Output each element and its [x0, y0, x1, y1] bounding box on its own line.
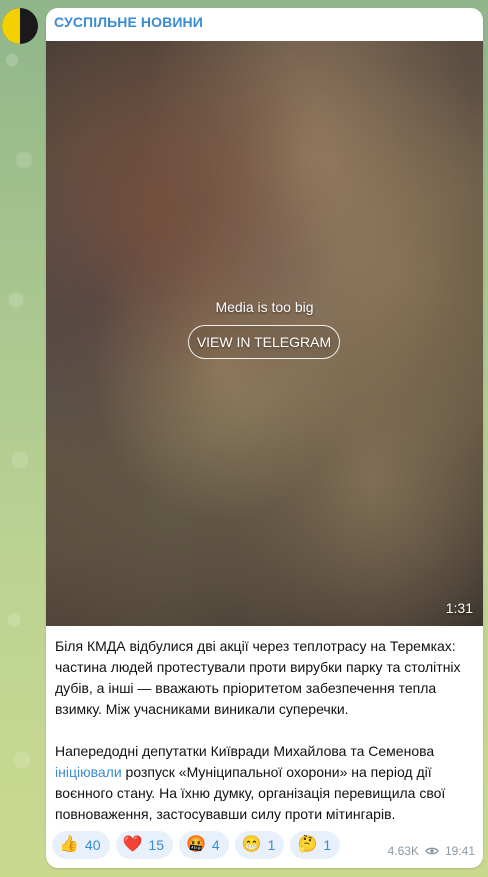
message-time: 19:41 — [444, 844, 475, 858]
view-count: 4.63K — [387, 844, 419, 858]
reaction-angry[interactable]: 🤬 4 — [179, 831, 229, 859]
channel-avatar[interactable] — [2, 8, 38, 44]
reaction-count: 1 — [323, 837, 332, 853]
reaction-count: 4 — [211, 837, 220, 853]
message-bubble: СУСПІЛЬНЕ НОВИНИ Media is too big VIEW I… — [46, 8, 483, 868]
reaction-heart[interactable]: ❤️ 15 — [115, 831, 173, 859]
reactions-bar: 👍 40 ❤️ 15 🤬 4 😁 1 🤔 1 — [52, 831, 341, 859]
reaction-count: 1 — [267, 837, 276, 853]
initiated-link[interactable]: ініціювали — [55, 764, 122, 780]
heart-icon: ❤️ — [122, 836, 143, 853]
thinking-face-icon: 🤔 — [297, 836, 318, 853]
message-paragraph-2: Напередодні депутатки Київради Михайлова… — [55, 741, 475, 825]
reaction-count: 15 — [148, 837, 164, 853]
angry-face-icon: 🤬 — [186, 836, 206, 853]
reaction-thumbs-up[interactable]: 👍 40 — [52, 831, 110, 859]
paragraph-2-start: Напередодні депутатки Київради Михайлова… — [55, 743, 435, 759]
message-meta: 4.63K 19:41 — [388, 844, 475, 858]
reaction-grin[interactable]: 😁 1 — [234, 831, 285, 859]
thumbs-up-icon: 👍 — [59, 836, 79, 853]
eye-icon — [425, 847, 439, 855]
reaction-count: 40 — [84, 837, 101, 853]
reaction-thinking[interactable]: 🤔 1 — [290, 831, 341, 859]
message-paragraph-1: Біля КМДА відбулися дві акції через тепл… — [55, 638, 461, 717]
grinning-face-icon: 😁 — [241, 836, 262, 853]
channel-name-link[interactable]: СУСПІЛЬНЕ НОВИНИ — [54, 14, 203, 30]
media-too-big-label: Media is too big — [215, 299, 314, 315]
video-duration: 1:31 — [445, 600, 473, 616]
message-text: Біля КМДА відбулися дві акції через тепл… — [55, 636, 475, 825]
video-preview[interactable]: Media is too big VIEW IN TELEGRAM 1:31 — [46, 41, 483, 626]
view-in-telegram-button[interactable]: VIEW IN TELEGRAM — [188, 325, 340, 359]
